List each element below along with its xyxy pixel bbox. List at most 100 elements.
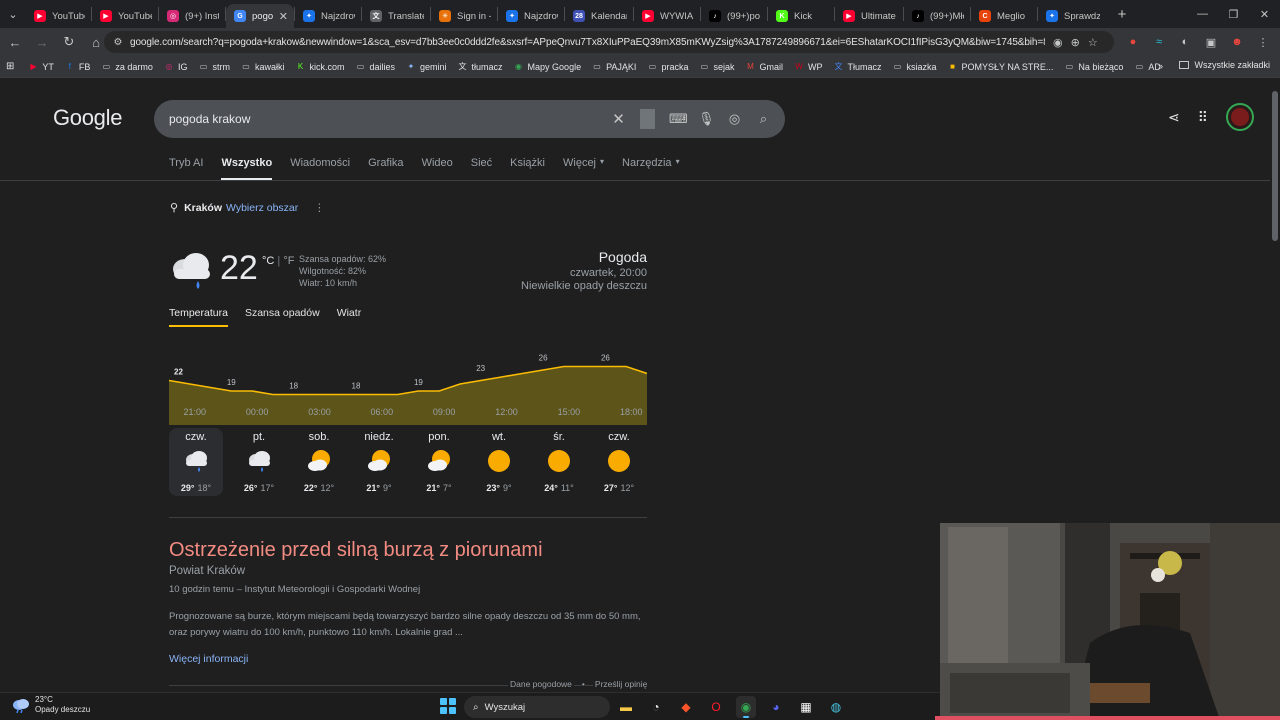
bookmark-item[interactable]: 文 Tłumacz — [833, 62, 881, 72]
search-tab[interactable]: Wszystko — [221, 157, 273, 181]
browser-tab[interactable]: K Kick — [768, 4, 834, 28]
search-tab[interactable]: Wideo — [422, 157, 453, 181]
google-logo[interactable]: Google — [53, 105, 122, 131]
bookmark-item[interactable]: ✦ gemini — [406, 62, 447, 72]
day-forecast[interactable]: czw. 29° 18° — [169, 428, 223, 496]
more-options-icon[interactable]: ⋮ — [314, 202, 325, 214]
bookmark-item[interactable]: ▭ za darmo — [101, 62, 153, 72]
new-tab-button[interactable]: + — [1110, 6, 1134, 23]
browser-tab[interactable]: 文 Translate — [362, 4, 430, 28]
browser-tab[interactable]: ✳ Sign in - — [431, 4, 497, 28]
alert-title[interactable]: Ostrzeżenie przed silną burzą z piorunam… — [169, 539, 543, 562]
search-tab[interactable]: Wiadomości — [290, 157, 350, 181]
browser-tab[interactable]: ✦ Sprawdza — [1038, 4, 1106, 28]
search-icon[interactable]: ⌕ — [756, 111, 771, 127]
site-info-icon[interactable]: ⚙ — [112, 36, 124, 48]
choose-area-link[interactable]: Wybierz obszar — [226, 202, 298, 214]
day-forecast[interactable]: sob. 22° 12° — [289, 428, 349, 496]
bookmark-item[interactable]: ▭ PAJĄKI — [592, 62, 636, 72]
search-tab[interactable]: Więcej — [563, 157, 596, 181]
bookmark-item[interactable]: W WP — [794, 62, 822, 72]
bookmark-item[interactable]: ▭ kawałki — [241, 62, 284, 72]
feedback-link[interactable]: Prześlij opinię — [592, 679, 650, 689]
address-url[interactable]: google.com/search?q=pogoda+krakow&newwin… — [130, 37, 1045, 48]
tab-search-icon[interactable]: ⌄ — [0, 0, 26, 28]
capcut-icon[interactable]: ▦ — [796, 696, 816, 718]
browser-tab[interactable]: ♪ (99+)Mło — [904, 4, 970, 28]
unit-celsius[interactable]: °C — [262, 255, 274, 267]
globe-icon[interactable]: ◍ — [826, 696, 846, 718]
more-info-link[interactable]: Więcej informacji — [169, 653, 248, 665]
menu-kebab-icon[interactable]: ⋮ — [1252, 31, 1274, 53]
keyboard-icon[interactable]: ⌨ — [669, 111, 688, 127]
search-tab[interactable]: Tryb AI — [169, 157, 203, 181]
clear-icon[interactable]: ✕ — [611, 110, 626, 128]
puzzle-icon[interactable]: ▣ — [1200, 31, 1222, 53]
day-forecast[interactable]: niedz. 21° 9° — [349, 428, 409, 496]
zoom-icon[interactable]: ⊕ — [1071, 36, 1080, 49]
browser-tab[interactable]: ▶ YouTube — [92, 4, 158, 28]
taskbar-weather[interactable]: 23°C Opady deszczu — [12, 695, 90, 715]
bookmark-star-icon[interactable]: ☆ — [1088, 36, 1098, 49]
day-forecast[interactable]: pon. 21° 7° — [409, 428, 469, 496]
taskbar-search[interactable]: ⌕ Wyszukaj — [464, 696, 610, 718]
chrome-icon[interactable]: ◉ — [736, 696, 756, 718]
profile-icon[interactable]: ☻ — [1226, 31, 1248, 53]
back-icon[interactable]: ← — [3, 30, 27, 54]
bookmarks-overflow-icon[interactable]: » — [1158, 61, 1163, 71]
browser-tab[interactable]: Gpogo ✕ — [226, 4, 294, 28]
search-tab[interactable]: Grafika — [368, 157, 403, 181]
bookmark-item[interactable]: M Gmail — [745, 62, 783, 72]
bookmark-item[interactable]: ▭ dailies — [356, 62, 395, 72]
minimize-icon[interactable]: — — [1187, 0, 1218, 28]
close-tab-icon[interactable]: ✕ — [279, 10, 288, 23]
browser-tab[interactable]: ◎ (9+) Insta — [159, 4, 225, 28]
bookmark-item[interactable]: ▭ sejak — [699, 62, 735, 72]
browser-tab[interactable]: 28 Kalendarz — [565, 4, 633, 28]
search-tab[interactable]: Narzędzia — [622, 157, 672, 181]
search-tab[interactable]: Książki — [510, 157, 545, 181]
reload-icon[interactable]: ↻ — [57, 30, 81, 54]
location-icon[interactable]: ◉ — [1053, 36, 1063, 49]
bookmark-item[interactable]: ▶ YT — [28, 62, 54, 72]
opera-icon[interactable]: O — [706, 696, 726, 718]
bookmark-item[interactable]: ▭ pracka — [647, 62, 689, 72]
browser-tab[interactable]: ♪ (99+)po s — [701, 4, 767, 28]
address-bar[interactable]: ⚙ google.com/search?q=pogoda+krakow&neww… — [104, 31, 1114, 53]
apps-grid-icon[interactable]: ⊞ — [6, 61, 14, 72]
start-icon[interactable] — [440, 698, 456, 714]
weather-tab[interactable]: Szansa opadów — [245, 307, 320, 327]
avatar[interactable] — [1226, 103, 1254, 131]
translate-extension-icon[interactable]: ≈ — [1148, 31, 1170, 53]
bookmark-item[interactable]: ■ POMYSŁY NA STRE... — [948, 62, 1053, 72]
unit-fahrenheit[interactable]: °F — [283, 255, 294, 267]
weather-tab[interactable]: Temperatura — [169, 307, 228, 327]
mic-icon[interactable]: 🎙︎ — [698, 111, 715, 127]
bookmark-item[interactable]: ▭ strm — [198, 62, 230, 72]
bookmark-item[interactable]: ▭ Na bieżąco — [1064, 62, 1124, 72]
forward-icon[interactable]: → — [30, 30, 54, 54]
bookmark-item[interactable]: ▭ AD — [1134, 62, 1161, 72]
lens-icon[interactable]: ◎ — [727, 111, 742, 127]
bookmark-item[interactable]: ◎ IG — [164, 62, 187, 72]
brave-icon[interactable]: ◆ — [676, 696, 696, 718]
browser-tab[interactable]: ✦ Najzdrow — [295, 4, 361, 28]
bookmark-item[interactable]: f FB — [65, 62, 91, 72]
browser-tab[interactable]: ▶ WYWIAD — [634, 4, 700, 28]
share-icon[interactable]: ⋖ — [1168, 109, 1180, 126]
browser-tab[interactable]: ✦ Najzdrow — [498, 4, 564, 28]
search-tab[interactable]: Sieć — [471, 157, 492, 181]
all-bookmarks[interactable]: Wszystkie zakładki — [1179, 60, 1270, 70]
browser-tab[interactable]: ▶ YouTube — [26, 4, 91, 28]
extension-icon[interactable]: ◐ — [1174, 31, 1196, 53]
discord-icon[interactable]: ◕ — [766, 696, 786, 718]
search-input[interactable]: pogoda krakow — [169, 112, 611, 126]
search-box[interactable]: pogoda krakow ✕ ⌨ 🎙︎ ◎ ⌕ — [154, 100, 785, 138]
apps-icon[interactable]: ⠿ — [1198, 109, 1208, 126]
bookmark-item[interactable]: 文 tłumacz — [458, 62, 503, 72]
browser-tab[interactable]: C Meglio — [971, 4, 1037, 28]
maximize-icon[interactable]: ❐ — [1218, 0, 1249, 28]
record-extension-icon[interactable]: ● — [1122, 31, 1144, 53]
bookmark-item[interactable]: ◉ Mapy Google — [514, 62, 581, 72]
weather-tab[interactable]: Wiatr — [337, 307, 362, 327]
